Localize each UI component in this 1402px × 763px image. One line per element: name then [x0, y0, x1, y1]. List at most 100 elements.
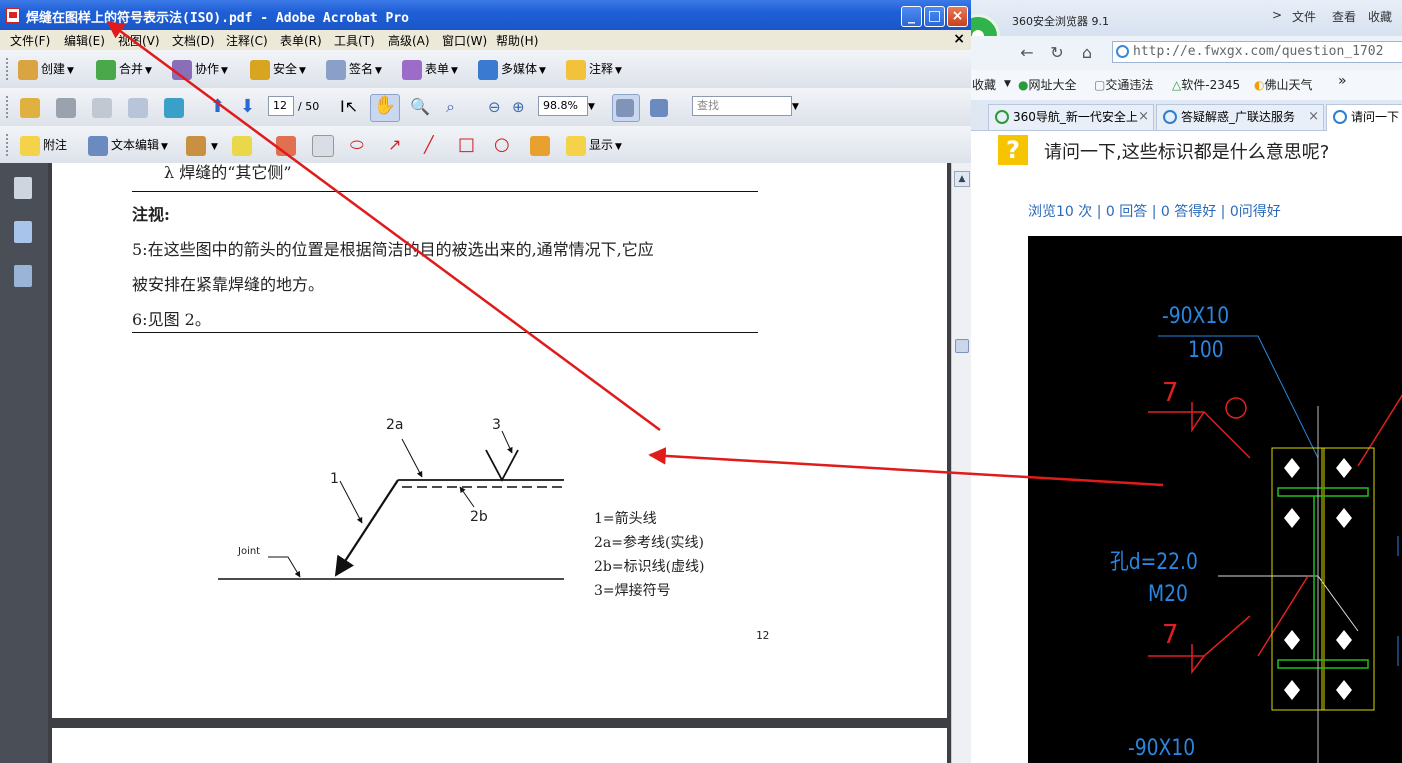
toolbar-grip	[6, 96, 11, 118]
browser-menu-favorites[interactable]: 收藏	[1368, 8, 1392, 25]
multimedia-icon	[478, 59, 498, 80]
line-tool[interactable]: ╱	[424, 134, 434, 156]
previous-page-button[interactable]: ⬆	[210, 96, 225, 118]
highlight-button[interactable]	[232, 134, 255, 156]
menu-advanced[interactable]: 高级(A)	[388, 32, 430, 49]
email-button[interactable]	[128, 96, 151, 118]
text-edit-button[interactable]: 文本编辑 ▼	[88, 134, 168, 156]
menu-edit[interactable]: 编辑(E)	[64, 32, 105, 49]
favorites-more-icon[interactable]: »	[1338, 73, 1347, 89]
zoom-tool[interactable]: ⌕	[446, 96, 455, 118]
browser-tab-0[interactable]: 360导航_新一代安全上 ×	[988, 104, 1154, 130]
signatures-panel-icon[interactable]	[14, 265, 32, 287]
scroll-thumb[interactable]	[955, 339, 969, 353]
address-url: http://e.fwxgx.com/question_1702	[1133, 44, 1384, 59]
tab-close-icon[interactable]: ×	[1138, 105, 1149, 129]
bookmarks-panel-icon[interactable]	[14, 221, 32, 243]
sticky-note-button[interactable]: 附注	[20, 134, 67, 156]
refresh-icon[interactable]: ↻	[1046, 42, 1068, 64]
rectangle-icon: □	[458, 134, 476, 155]
marquee-zoom-tool[interactable]: 🔍	[410, 96, 430, 118]
printer-icon	[56, 97, 76, 118]
show-comments-button[interactable]: 显示 ▼	[566, 134, 622, 156]
favorites-label[interactable]: 收藏	[972, 76, 996, 93]
comment-button[interactable]: 注释 ▼	[566, 58, 622, 80]
rectangle-tool[interactable]: □	[458, 134, 475, 156]
sign-button[interactable]: 签名 ▼	[326, 58, 382, 80]
back-arrow-icon[interactable]: ←	[1016, 42, 1038, 64]
close-icon[interactable]: ×	[947, 6, 968, 27]
stamp-button[interactable]: ▼	[186, 134, 218, 156]
collaborate-button[interactable]: 协作 ▼	[172, 58, 228, 80]
menu-tools[interactable]: 工具(T)	[334, 32, 375, 49]
next-page-button[interactable]: ⬇	[240, 96, 255, 118]
fav-link-3[interactable]: ◐佛山天气	[1254, 76, 1313, 93]
figure-label-joint: Joint	[238, 546, 261, 557]
home-icon[interactable]: ⌂	[1076, 42, 1098, 64]
open-button[interactable]	[20, 96, 43, 118]
find-input[interactable]: 查找	[692, 96, 792, 116]
collaborate-icon	[172, 59, 192, 80]
hand-tool[interactable]: ✋	[370, 94, 400, 122]
menu-view[interactable]: 视图(V)	[118, 32, 160, 49]
textbox-icon	[312, 134, 334, 157]
combine-button[interactable]: 合并 ▼	[96, 58, 152, 80]
fav-link-0[interactable]: ●网址大全	[1018, 76, 1077, 93]
textbox-button[interactable]	[312, 134, 337, 157]
pages-panel-icon[interactable]	[14, 177, 32, 199]
pdf-file-icon	[6, 8, 20, 23]
folder-open-icon	[20, 97, 40, 118]
upload-button[interactable]	[164, 96, 187, 118]
find-dropdown-icon[interactable]: ▼	[792, 96, 799, 118]
zoom-out-button[interactable]: ⊖	[488, 96, 501, 118]
select-tool[interactable]: I↖	[340, 96, 358, 118]
create-button[interactable]: 创建 ▼	[18, 58, 74, 80]
secure-button[interactable]: 安全 ▼	[250, 58, 306, 80]
menu-file[interactable]: 文件(F)	[10, 32, 50, 49]
maximize-icon[interactable]: □	[924, 6, 945, 27]
text-edit-icon	[88, 135, 108, 156]
arrow-up-icon: ⬆	[210, 96, 226, 117]
callout-button[interactable]	[276, 134, 299, 156]
zoom-dropdown-icon[interactable]: ▼	[588, 96, 595, 118]
browser-menu-file[interactable]: 文件	[1292, 8, 1316, 25]
browser-menu-chevron[interactable]: >	[1272, 8, 1282, 22]
favorites-dropdown-icon[interactable]: ▼	[1004, 79, 1011, 89]
save-icon	[92, 97, 112, 118]
zoom-level-input[interactable]: 98.8%	[538, 96, 588, 116]
browser-tab-2[interactable]: 请问一下	[1326, 104, 1402, 131]
fit-page-button[interactable]	[650, 96, 671, 118]
favorites-bar: 收藏 ▼ ●网址大全 ▢交通违法 △软件-2345 ◐佛山天气 »	[970, 70, 1402, 98]
question-stats[interactable]: 浏览10 次 | 0 回答 | 0 答得好 | 0问得好	[1028, 201, 1281, 221]
scroll-up-icon[interactable]: ▲	[954, 171, 970, 187]
zoom-in-button[interactable]: ⊕	[512, 96, 525, 118]
oval-tool[interactable]: ○	[494, 134, 510, 156]
text-cursor-icon: I↖	[340, 97, 359, 116]
page-number-input[interactable]: 12	[268, 96, 294, 116]
cloud-tool[interactable]: ⬭	[350, 134, 364, 156]
menu-window[interactable]: 窗口(W)	[442, 32, 487, 49]
fav-link-2[interactable]: △软件-2345	[1172, 76, 1240, 93]
address-bar[interactable]: http://e.fwxgx.com/question_1702	[1112, 41, 1402, 63]
show-comments-icon	[566, 135, 586, 156]
cad-bottom-plate-label: -90X10	[1128, 736, 1196, 761]
menu-document[interactable]: 文档(D)	[172, 32, 215, 49]
document-viewer[interactable]: λ 焊缝的“其它侧” 注视: 5:在这些图中的箭头的位置是根据简洁的目的被选出来…	[48, 163, 951, 763]
minimize-icon[interactable]: _	[901, 6, 922, 27]
fav-link-1[interactable]: ▢交通违法	[1094, 76, 1153, 93]
pencil-tool[interactable]	[530, 134, 553, 156]
arrow-tool[interactable]: ↗	[388, 134, 401, 156]
menu-help[interactable]: 帮助(H)	[496, 32, 538, 49]
browser-menu-view[interactable]: 查看	[1332, 8, 1356, 25]
multimedia-button[interactable]: 多媒体 ▼	[478, 58, 546, 80]
forms-button[interactable]: 表单 ▼	[402, 58, 458, 80]
print-button[interactable]	[56, 96, 79, 118]
save-button[interactable]	[92, 96, 115, 118]
document-close-icon[interactable]: ×	[953, 31, 965, 47]
menu-forms[interactable]: 表单(R)	[280, 32, 322, 49]
browser-tab-1[interactable]: 答疑解惑_广联达服务 ×	[1156, 104, 1324, 130]
vertical-scrollbar[interactable]: ▲	[951, 163, 971, 763]
fit-width-button[interactable]	[612, 94, 640, 122]
tab-close-icon[interactable]: ×	[1308, 105, 1319, 129]
menu-comments[interactable]: 注释(C)	[226, 32, 268, 49]
